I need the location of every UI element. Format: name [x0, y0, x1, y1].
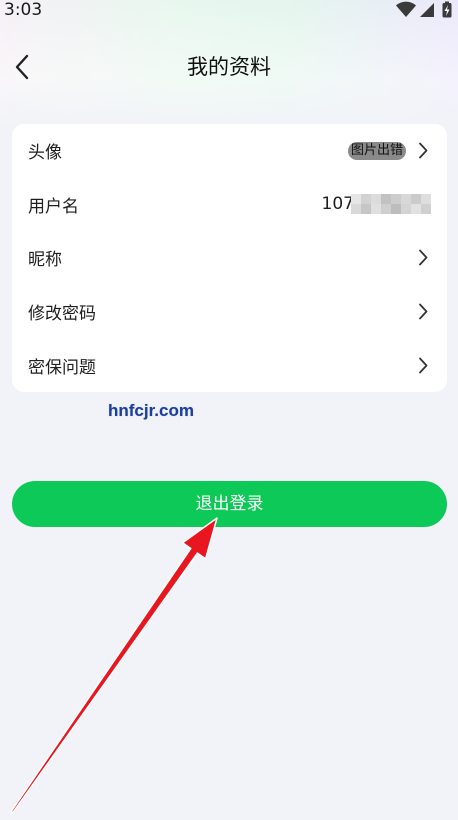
- row-label-change-password: 修改密码: [28, 304, 96, 325]
- profile-page: 3:03 我的资料 头像 图片出错 用户名 107 昵称 修改密码 密保问题 h…: [0, 0, 458, 820]
- watermark: hnfcjr.com: [108, 401, 194, 420]
- profile-row-change-password[interactable]: 修改密码: [12, 285, 447, 339]
- logout-button[interactable]: 退出登录: [12, 481, 447, 527]
- profile-row-nickname[interactable]: 昵称: [12, 231, 447, 285]
- username-value: 107: [321, 194, 354, 215]
- profile-row-username: 用户名 107: [12, 178, 447, 232]
- profile-card: 头像 图片出错 用户名 107 昵称 修改密码 密保问题: [12, 124, 447, 392]
- avatar-broken-image-badge: 图片出错: [347, 141, 406, 160]
- profile-row-avatar[interactable]: 头像 图片出错: [12, 124, 447, 178]
- row-label-security-question: 密保问题: [28, 357, 96, 378]
- page-title: 我的资料: [187, 55, 271, 79]
- wifi-icon: [396, 1, 416, 17]
- chevron-right-icon: [419, 357, 428, 374]
- chevron-right-icon: [419, 250, 428, 266]
- profile-row-security-question[interactable]: 密保问题: [12, 338, 447, 392]
- battery-charging-icon: [442, 1, 452, 18]
- username-redacted-mosaic: [351, 194, 431, 215]
- status-time: 3:03: [4, 0, 43, 20]
- signal-icon: [420, 3, 434, 17]
- row-label-nickname: 昵称: [28, 250, 62, 271]
- chevron-right-icon: [419, 303, 428, 320]
- row-label-avatar: 头像: [28, 143, 62, 164]
- row-label-username: 用户名: [28, 196, 79, 217]
- chevron-right-icon: [419, 142, 428, 159]
